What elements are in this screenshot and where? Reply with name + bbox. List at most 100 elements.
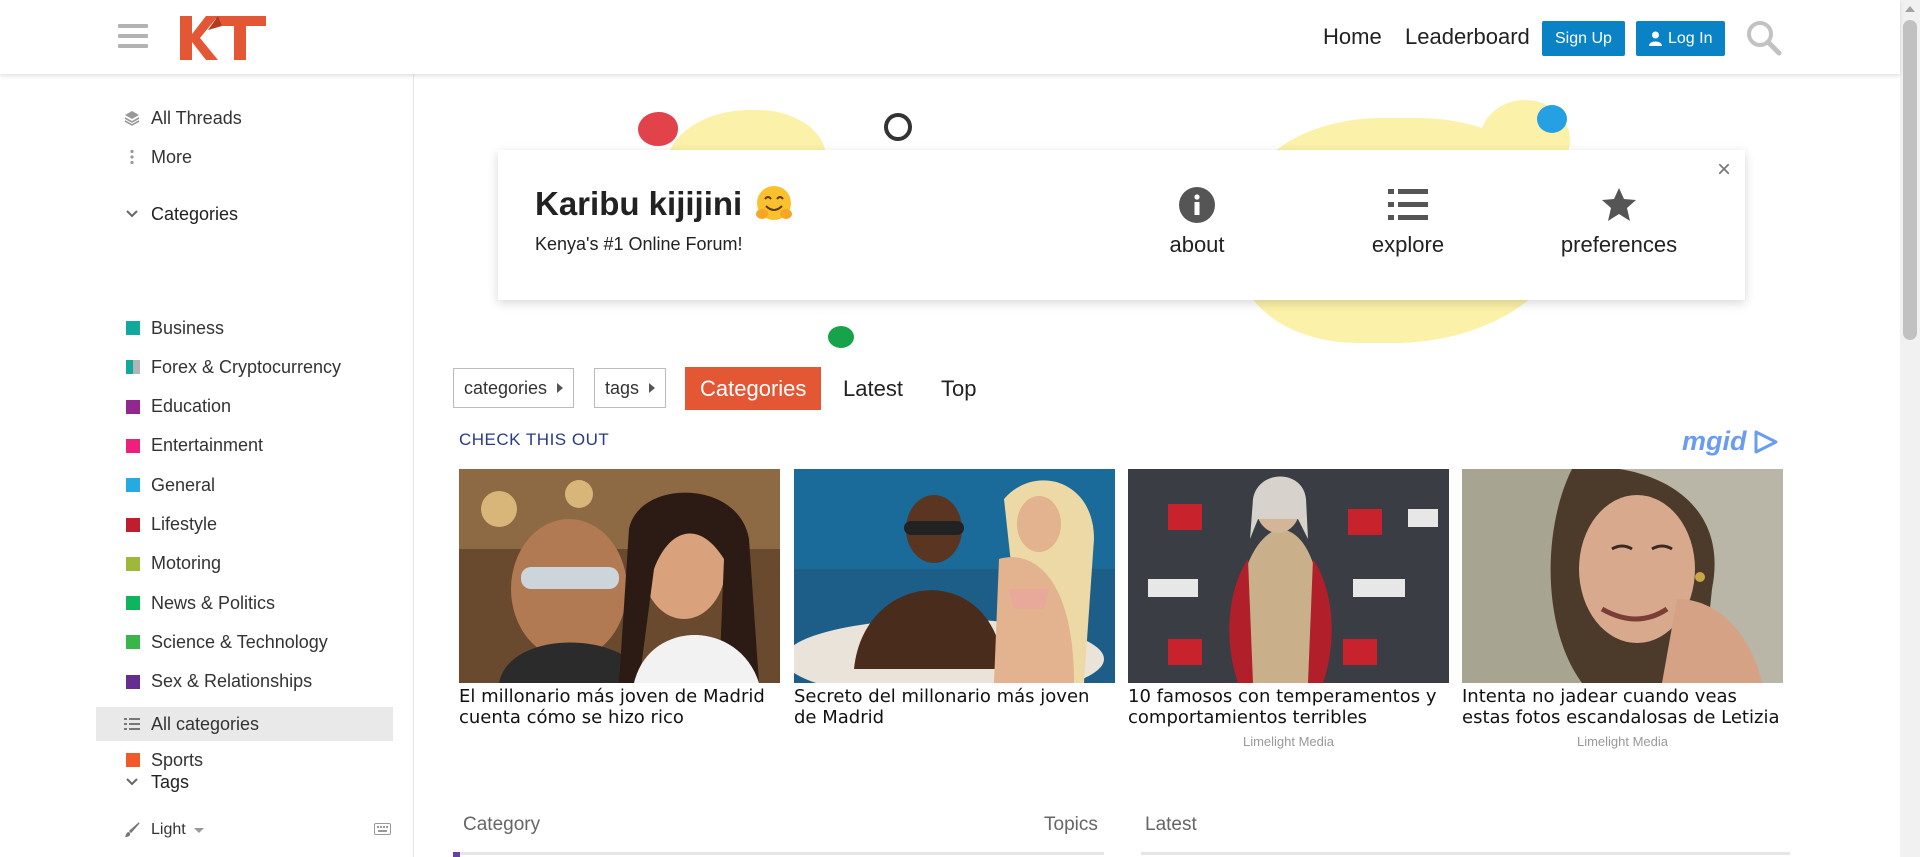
category-color-swatch [126,438,140,453]
ad-widget-header: CHECK THIS OUT [459,430,610,449]
list-icon [1388,189,1428,220]
paintbrush-icon [124,822,140,838]
welcome-subtitle: Kenya's #1 Online Forum! [535,234,743,254]
tags-dropdown[interactable]: tags [594,368,667,408]
log-in-button[interactable]: Log In [1636,21,1726,56]
ad-card[interactable]: El millonario más joven de Madrid cuenta… [459,469,780,728]
mgid-logo[interactable]: mgid [1682,426,1779,457]
welcome-explore-link[interactable]: explore [1338,186,1478,258]
sidebar-item-category[interactable]: Business [96,311,224,345]
divider [1141,852,1790,855]
keyboard-icon[interactable] [374,823,391,835]
sidebar-item-label: More [151,146,193,167]
close-banner-button[interactable]: × [1717,156,1731,184]
sidebar-item-label: All Threads [151,107,242,128]
sidebar-item-category[interactable]: News & Politics [96,586,275,620]
sidebar-item-label: News & Politics [151,592,276,613]
ad-image [1462,469,1783,683]
chevron-down-icon [124,774,140,790]
sidebar-item-label: Sex & Relationships [151,671,313,692]
nav-home-link[interactable]: Home [1323,24,1382,50]
ad-card[interactable]: Secreto del millonario más joven de Madr… [794,469,1115,728]
vertical-ellipsis-icon [124,149,140,165]
user-icon [1649,31,1662,46]
tab-top[interactable]: Top [941,376,976,402]
category-column-header[interactable]: Category [463,814,540,836]
ad-card[interactable]: 10 famosos con temperamentos y comportam… [1128,469,1449,749]
page-scrollbar[interactable] [1900,0,1920,857]
ad-caption: El millonario más joven de Madrid cuenta… [459,686,765,728]
divider [453,852,1104,855]
welcome-banner: Karibu kijijini Kenya's #1 Online Forum!… [498,150,1745,300]
ad-caption: 10 famosos con temperamentos y comportam… [1128,686,1437,728]
sidebar-item-label: Lifestyle [151,514,218,534]
list-icon [124,716,140,732]
ad-image [1128,469,1449,683]
sidebar-item-category[interactable]: Motoring [96,547,221,581]
sidebar-item-category[interactable]: General [96,468,215,502]
categories-dropdown-label: categories [464,377,548,398]
search-icon[interactable] [1746,20,1782,56]
sidebar-tags-toggle[interactable]: Tags [96,765,189,799]
sidebar-item-label: Science & Technology [151,631,328,652]
sidebar-item-label: General [151,474,216,495]
category-color-swatch [126,635,140,650]
sidebar-item-category[interactable]: Forex & Cryptocurrency [96,350,341,384]
sidebar-item-more[interactable]: More [96,140,192,174]
welcome-about-link[interactable]: about [1127,186,1267,258]
sidebar-item-category[interactable]: Science & Technology [96,625,328,659]
sidebar-item-label: Business [151,317,225,338]
sidebar-item-all-threads[interactable]: All Threads [96,101,242,135]
sidebar: All Threads More Categories Business Fore… [0,74,414,857]
sidebar-item-all-categories[interactable]: All categories [96,707,393,741]
sidebar-item-category[interactable]: Entertainment [96,429,263,463]
hamburger-menu-icon[interactable] [118,22,150,50]
category-color-swatch [126,321,140,335]
category-color-swatch [126,478,140,493]
chevron-down-icon [124,206,140,222]
ad-image [459,469,780,683]
topics-column-header[interactable]: Topics [1044,814,1098,836]
caret-right-icon [557,383,564,393]
welcome-title: Karibu kijijini [535,184,794,224]
sidebar-section-label: Categories [151,203,239,224]
sidebar-item-label: Entertainment [151,435,264,456]
sidebar-item-category[interactable]: Lifestyle [96,508,217,542]
info-icon [1179,187,1215,223]
categories-dropdown[interactable]: categories [453,368,575,408]
welcome-preferences-link[interactable]: preferences [1549,186,1689,258]
ad-source: Limelight Media [1242,734,1335,749]
category-color-swatch [126,596,140,611]
star-icon [1602,188,1636,221]
scroll-up-arrow-icon[interactable] [1905,6,1915,12]
preferences-label: preferences [1560,232,1678,257]
category-color-swatch [126,517,140,532]
site-logo[interactable] [178,14,268,62]
ad-card[interactable]: Intenta no jadear cuando veas estas foto… [1462,469,1783,749]
site-header: Home Leaderboard Sign Up Log In [0,0,1900,74]
sidebar-categories-toggle[interactable]: Categories [96,197,238,231]
about-label: about [1169,232,1225,257]
tab-categories[interactable]: Categories [685,367,822,410]
sidebar-item-label: Forex & Cryptocurrency [151,356,342,377]
sidebar-item-category[interactable]: Sex & Relationships [96,665,312,699]
sidebar-item-label: Motoring [151,553,222,574]
sidebar-item-label: All categories [151,713,260,734]
theme-label: Light [151,821,186,838]
ad-source: Limelight Media [1576,734,1669,749]
sidebar-item-category[interactable]: Education [96,390,231,424]
layers-icon [124,110,140,126]
sign-up-button[interactable]: Sign Up [1542,21,1625,56]
theme-selector[interactable]: Light [96,813,204,847]
latest-column-header[interactable]: Latest [1145,814,1197,836]
ad-image [794,469,1115,683]
nav-leaderboard-link[interactable]: Leaderboard [1405,24,1530,50]
tab-latest[interactable]: Latest [843,376,903,402]
welcome-title-text: Karibu kijijini [535,185,743,222]
scrollbar-thumb[interactable] [1903,20,1917,340]
ad-caption: Secreto del millonario más joven de Madr… [794,686,1090,728]
mgid-brand-text: mgid [1682,426,1747,456]
caret-down-icon [193,827,204,833]
sidebar-item-label: Education [151,396,232,417]
caret-right-icon [649,383,656,393]
